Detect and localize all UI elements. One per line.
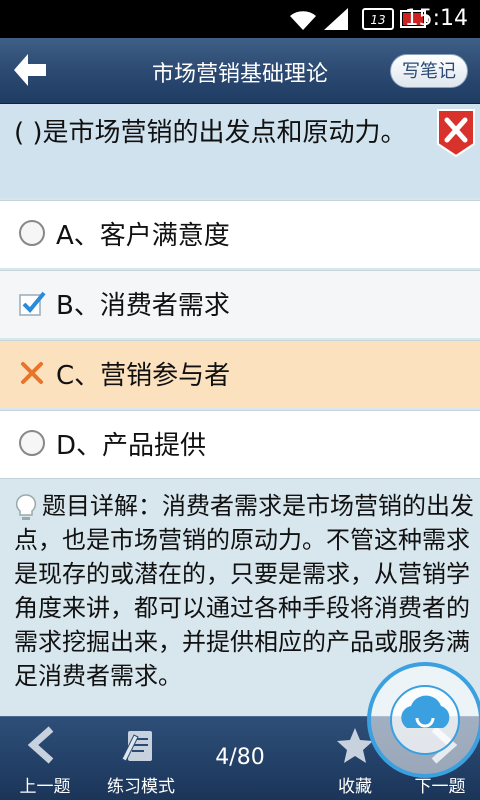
- signal-icon: [324, 8, 348, 30]
- question-panel: ( )是市场营销的出发点和原动力。: [0, 104, 480, 198]
- wifi-icon: [290, 11, 316, 31]
- radio-unchecked-icon: [19, 220, 45, 246]
- prev-question-button[interactable]: 上一题: [0, 717, 90, 800]
- close-icon[interactable]: [436, 108, 476, 158]
- option-label: A、客户满意度: [56, 221, 230, 251]
- question-text: ( )是市场营销的出发点和原动力。: [14, 118, 407, 148]
- chevron-left-icon: [27, 726, 54, 764]
- wrong-mark-icon: [21, 362, 43, 384]
- practice-mode-button[interactable]: 练习模式: [96, 717, 186, 800]
- radio-unchecked-icon: [19, 430, 45, 456]
- notebook-pen-icon: [121, 731, 152, 762]
- option-label: C、营销参与者: [56, 361, 231, 391]
- prev-label: 上一题: [19, 777, 71, 797]
- write-note-button[interactable]: 写笔记: [390, 54, 468, 88]
- clock: 15:14: [404, 6, 468, 31]
- store-watermark-logo: [367, 662, 480, 778]
- sim-label: 13: [370, 13, 385, 27]
- mode-label: 练习模式: [107, 777, 175, 797]
- status-bar: 13 15:14: [0, 0, 480, 38]
- option-a[interactable]: A、客户满意度: [0, 200, 480, 268]
- option-c[interactable]: C、营销参与者: [0, 340, 480, 408]
- option-b[interactable]: B、消费者需求: [0, 270, 480, 338]
- option-d[interactable]: D、产品提供: [0, 410, 480, 478]
- sim-icon: 13: [362, 8, 394, 30]
- title-bar: 市场营销基础理论 写笔记: [0, 38, 480, 104]
- option-label: D、产品提供: [56, 431, 207, 461]
- checkbox-checked-icon: [19, 291, 46, 316]
- option-label: B、消费者需求: [56, 291, 230, 321]
- page-counter: 4/80: [215, 745, 265, 770]
